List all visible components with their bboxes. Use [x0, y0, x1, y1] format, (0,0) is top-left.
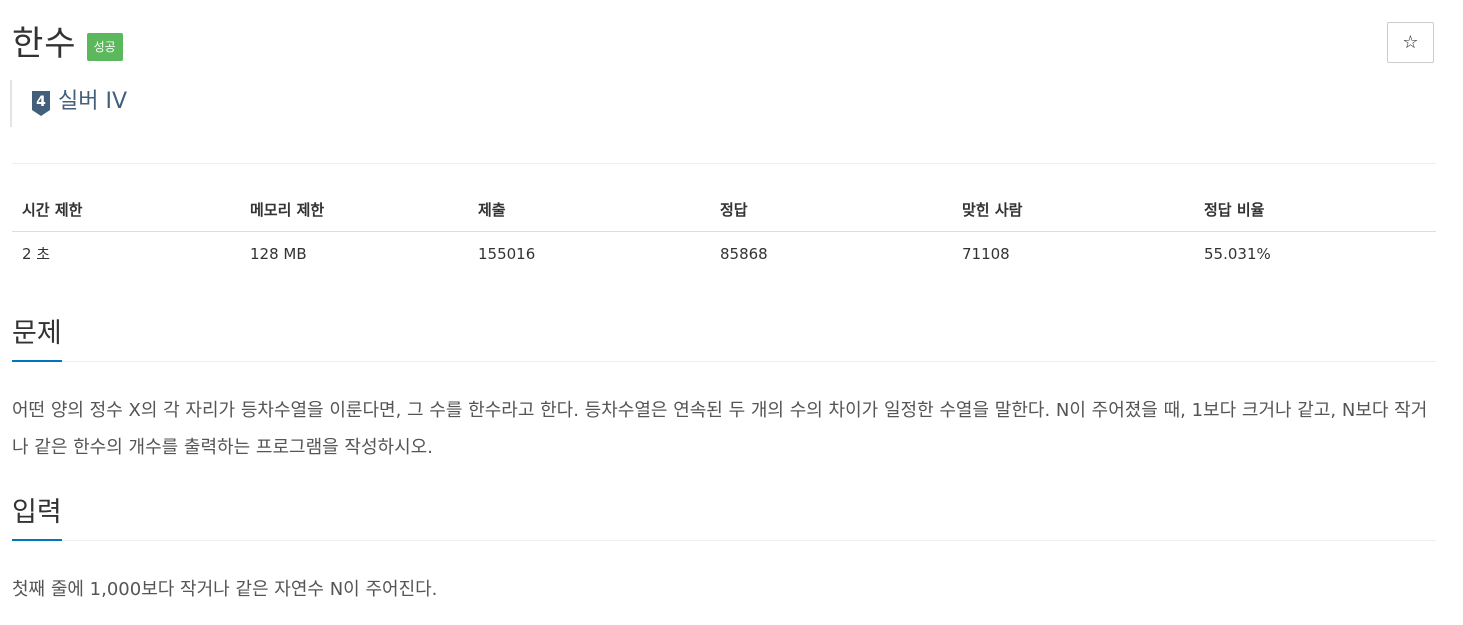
table-row: 2 초 128 MB 155016 85868 71108 55.031%: [12, 232, 1436, 276]
input-divider: [12, 540, 1436, 541]
input-underline: [12, 539, 62, 541]
column-header: 정답 비율: [1194, 188, 1436, 232]
problem-page: 한수 성공 ☆ 4 실버 IV 시간 제한 메모리 제한 제출 정답 맞힌 사람…: [0, 0, 1463, 625]
header-divider: [12, 163, 1436, 164]
input-heading: 입력: [12, 497, 62, 528]
memory-limit-value: 128 MB: [250, 244, 307, 263]
problem-title: 한수: [12, 24, 77, 64]
accepted-ratio-value: 55.031%: [1204, 244, 1271, 263]
problem-info-table: 시간 제한 메모리 제한 제출 정답 맞힌 사람 정답 비율 2 초 128 M…: [12, 188, 1436, 275]
favorite-button[interactable]: ☆: [1387, 22, 1434, 63]
description-underline: [12, 360, 62, 362]
column-header: 시간 제한: [12, 188, 240, 232]
description-heading: 문제: [12, 318, 62, 349]
tier-block: 4 실버 IV: [10, 80, 127, 127]
description-divider: [12, 361, 1436, 362]
submissions-value[interactable]: 155016: [468, 232, 710, 276]
solvers-value[interactable]: 71108: [952, 232, 1194, 276]
column-header: 정답: [710, 188, 952, 232]
column-header: 메모리 제한: [240, 188, 468, 232]
status-badge: 성공: [86, 33, 123, 61]
tier-label[interactable]: 실버 IV: [58, 88, 127, 116]
accepted-value[interactable]: 85868: [710, 232, 952, 276]
star-icon: ☆: [1402, 32, 1419, 53]
input-text: 첫째 줄에 1,000보다 작거나 같은 자연수 N이 주어진다.: [12, 579, 438, 600]
column-header: 맞힌 사람: [952, 188, 1194, 232]
tier-number: 4: [36, 94, 46, 110]
silver-tier-icon: 4: [32, 91, 50, 116]
title-row: 한수 성공: [12, 22, 123, 66]
column-header: 제출: [468, 188, 710, 232]
table-header-row: 시간 제한 메모리 제한 제출 정답 맞힌 사람 정답 비율: [12, 188, 1436, 232]
time-limit-value: 2 초: [22, 245, 51, 263]
description-text: 어떤 양의 정수 X의 각 자리가 등차수열을 이룬다면, 그 수를 한수라고 …: [12, 400, 1428, 458]
